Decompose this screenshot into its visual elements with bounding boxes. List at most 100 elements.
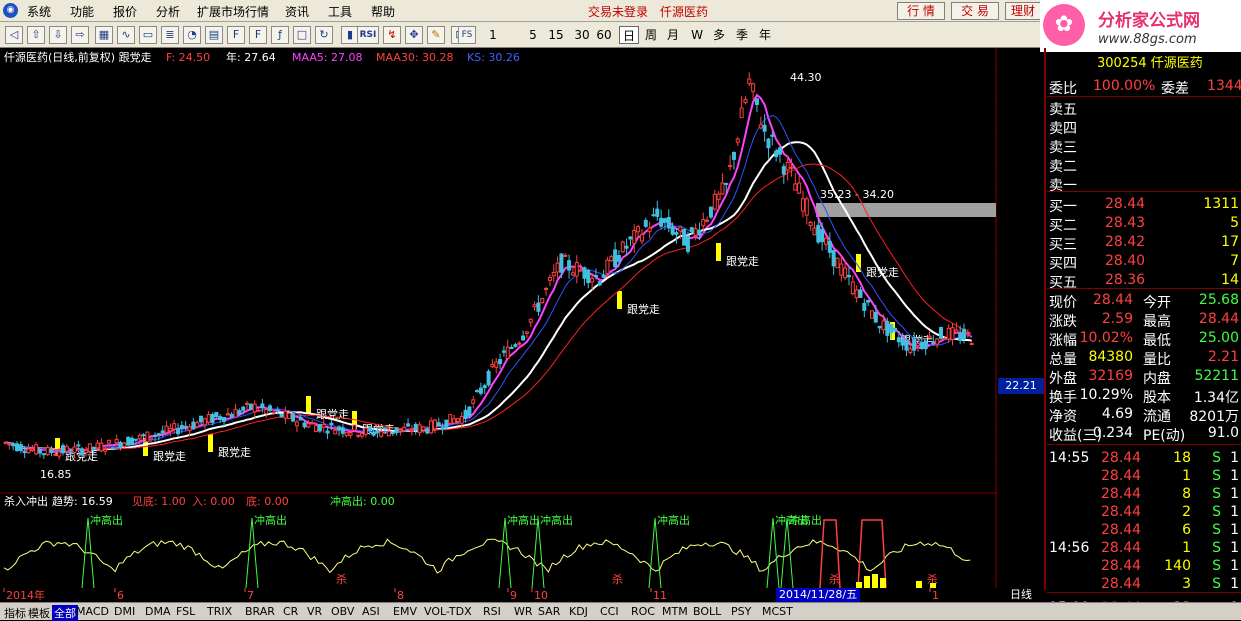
candle-body xyxy=(294,421,299,427)
tab-全部[interactable]: 全部 xyxy=(52,605,78,621)
refresh-icon[interactable]: ↻ xyxy=(315,26,333,44)
tab-trix[interactable]: TRIX xyxy=(207,605,232,618)
rsi-icon[interactable]: RSI xyxy=(357,26,379,44)
period-w[interactable]: W xyxy=(688,26,706,44)
chart-f9-icon[interactable]: F xyxy=(249,26,267,44)
tab-dma[interactable]: DMA xyxy=(145,605,171,618)
stat-row: 总量 84380 量比 2.21 xyxy=(1049,349,1239,368)
candle-body xyxy=(578,269,583,272)
tab-mcst[interactable]: MCST xyxy=(762,605,793,618)
menu-quote[interactable]: 报价 xyxy=(113,3,137,20)
tab-obv[interactable]: OBV xyxy=(331,605,354,618)
fx-icon[interactable]: ƒ xyxy=(271,26,289,44)
quote-button[interactable]: 行 情 xyxy=(897,2,945,20)
window-icon[interactable]: ▭ xyxy=(139,26,157,44)
candle-body xyxy=(873,311,878,323)
finance-button[interactable]: 理财 xyxy=(1005,2,1041,20)
stat-row: 收益(三) 0.234 PE(动) 91.0 xyxy=(1049,425,1239,444)
candle-body xyxy=(609,256,614,262)
period-day[interactable]: 日 xyxy=(619,26,639,44)
candle-body xyxy=(34,444,39,455)
kline-chart-svg[interactable]: 仟源医药(日线,前复权) 跟党走 F: 24.50 年: 27.64 MAA5:… xyxy=(0,48,1051,590)
tab-vr[interactable]: VR xyxy=(307,605,322,618)
candle-body xyxy=(172,423,177,430)
chart-f10-icon[interactable]: F xyxy=(227,26,245,44)
menu-tools[interactable]: 工具 xyxy=(328,3,352,20)
menu-system[interactable]: 系统 xyxy=(27,3,51,20)
line-chart-icon[interactable]: ∿ xyxy=(117,26,135,44)
tab-sar[interactable]: SAR xyxy=(538,605,560,618)
quote-divider xyxy=(1047,96,1241,97)
grid-icon[interactable]: ▦ xyxy=(95,26,113,44)
pencil-icon[interactable]: ✎ xyxy=(427,26,445,44)
box-icon[interactable]: □ xyxy=(293,26,311,44)
menu-analysis[interactable]: 分析 xyxy=(156,3,180,20)
tab-roc[interactable]: ROC xyxy=(631,605,655,618)
yellow-bar xyxy=(916,581,922,588)
chong-spike xyxy=(245,517,259,589)
candle-body xyxy=(256,409,261,412)
period-year[interactable]: 年 xyxy=(756,26,774,44)
candle-body xyxy=(616,255,621,262)
stock-name-title: 仟源医药 xyxy=(660,5,709,19)
period-5min[interactable]: 5 xyxy=(524,26,542,44)
tab-fsl[interactable]: FSL xyxy=(176,605,195,618)
candle-body xyxy=(99,442,104,452)
tab-brar[interactable]: BRAR xyxy=(245,605,275,618)
period-30min[interactable]: 30 xyxy=(570,26,594,44)
candle-body xyxy=(206,414,211,423)
trade-button[interactable]: 交 易 xyxy=(951,2,999,20)
tab-kdj[interactable]: KDJ xyxy=(569,605,588,618)
kline-chart-panel[interactable]: 仟源医药(日线,前复权) 跟党走 F: 24.50 年: 27.64 MAA5:… xyxy=(0,48,1051,590)
candle-body xyxy=(429,420,434,434)
candle-body xyxy=(76,444,81,447)
app-logo-icon[interactable]: ◉ xyxy=(3,3,18,18)
up-icon[interactable]: ⇧ xyxy=(27,26,45,44)
candle-body xyxy=(348,432,353,436)
draw-line-icon[interactable]: ↯ xyxy=(383,26,401,44)
tab-boll[interactable]: BOLL xyxy=(693,605,721,618)
candle-body xyxy=(720,182,725,195)
tab-psy[interactable]: PSY xyxy=(731,605,751,618)
period-multi[interactable]: 多 xyxy=(710,26,728,44)
indicator-tab-bar: 指标 模板 全部 MACD DMI DMA FSL TRIX BRAR CR VR OBV ASI EMV… xyxy=(0,602,1241,621)
table-icon[interactable]: ▤ xyxy=(205,26,223,44)
menu-help[interactable]: 帮助 xyxy=(371,3,395,20)
period-15min[interactable]: 15 xyxy=(544,26,568,44)
period-1min[interactable]: 1 xyxy=(484,26,502,44)
tab-wr[interactable]: WR xyxy=(514,605,533,618)
candle-body xyxy=(53,453,58,456)
quote-divider xyxy=(1047,288,1241,289)
period-week[interactable]: 周 xyxy=(642,26,660,44)
back-icon[interactable]: ◁ xyxy=(5,26,23,44)
tab-asi[interactable]: ASI xyxy=(362,605,380,618)
move-icon[interactable]: ✥ xyxy=(405,26,423,44)
fs-icon[interactable]: FS xyxy=(458,26,476,44)
tab-dmi[interactable]: DMI xyxy=(114,605,135,618)
chong-label: 冲高出 xyxy=(90,513,123,527)
tab-vol-tdx[interactable]: VOL-TDX xyxy=(424,605,472,618)
down-icon[interactable]: ⇩ xyxy=(49,26,67,44)
tab-rsi[interactable]: RSI xyxy=(483,605,501,618)
menu-extended-market[interactable]: 扩展市场行情 xyxy=(197,3,269,20)
tab-mtm[interactable]: MTM xyxy=(662,605,688,618)
period-month[interactable]: 月 xyxy=(664,26,682,44)
period-60min[interactable]: 60 xyxy=(592,26,616,44)
tick-row: 28.44 1 S 1 xyxy=(1101,468,1239,484)
menu-function[interactable]: 功能 xyxy=(70,3,94,20)
tab-指标[interactable]: 指标 xyxy=(4,605,26,621)
menu-news[interactable]: 资讯 xyxy=(285,3,309,20)
pie-icon[interactable]: ◔ xyxy=(183,26,201,44)
tab-cci[interactable]: CCI xyxy=(600,605,619,618)
forward-icon[interactable]: ⇨ xyxy=(71,26,89,44)
tab-emv[interactable]: EMV xyxy=(393,605,417,618)
tab-模板[interactable]: 模板 xyxy=(28,605,50,621)
tab-cr[interactable]: CR xyxy=(283,605,298,618)
period-quarter[interactable]: 季 xyxy=(733,26,751,44)
tab-macd[interactable]: MACD xyxy=(76,605,109,618)
candle-body xyxy=(432,419,437,430)
chong-label: 冲高出 xyxy=(657,513,690,527)
candle-body xyxy=(839,263,844,276)
candle-body xyxy=(229,414,234,418)
list-icon[interactable]: ≣ xyxy=(161,26,179,44)
